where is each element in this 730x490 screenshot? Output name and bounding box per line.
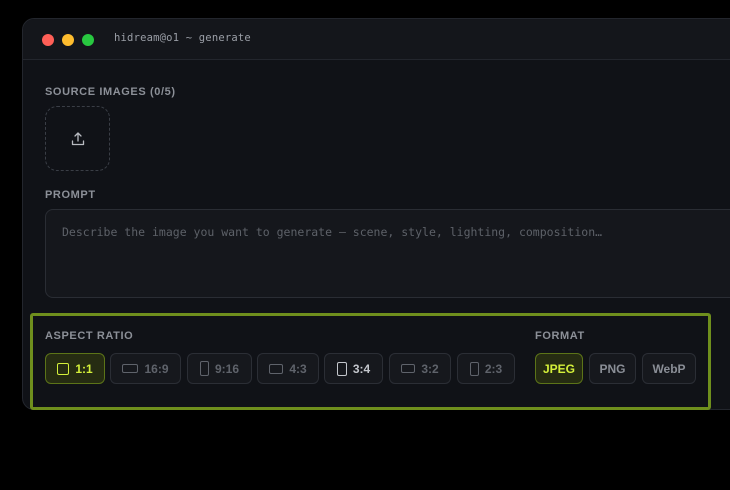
format-option-label: WebP: [652, 361, 686, 376]
aspect-ratio-3-2-button[interactable]: 3:2: [389, 353, 451, 384]
format-webp-button[interactable]: WebP: [642, 353, 696, 384]
format-jpeg-button[interactable]: JPEG: [535, 353, 583, 384]
aspect-ratio-16-9-button[interactable]: 16:9: [110, 353, 181, 384]
upload-icon: [71, 131, 84, 145]
aspect-ratio-1-1-button[interactable]: 1:1: [45, 353, 105, 384]
aspect-ratio-9-16-button[interactable]: 9:16: [187, 353, 252, 384]
portrait-icon: [336, 361, 347, 376]
maximize-window-button[interactable]: [82, 34, 94, 46]
aspect-ratio-option-label: 9:16: [214, 361, 240, 376]
aspect-ratio-3-4-button[interactable]: 3:4: [324, 353, 383, 384]
close-window-button[interactable]: [42, 34, 54, 46]
aspect-ratio-option-label: 3:2: [421, 361, 439, 376]
aspect-ratio-option-label: 2:3: [484, 361, 503, 376]
aspect-ratio-4-3-button[interactable]: 4:3: [257, 353, 319, 384]
format-label: FORMAT: [535, 330, 585, 342]
window-title: hidream@o1 ~ generate: [114, 32, 251, 44]
portrait-icon: [199, 361, 209, 376]
prompt-label: PROMPT: [45, 189, 96, 201]
aspect-ratio-label: ASPECT RATIO: [45, 330, 134, 342]
prompt-input[interactable]: [45, 209, 730, 298]
aspect-ratio-2-3-button[interactable]: 2:3: [457, 353, 515, 384]
source-images-label: SOURCE IMAGES (0/5): [45, 86, 176, 98]
aspect-ratio-option-label: 1:1: [75, 361, 93, 376]
format-option-label: PNG: [599, 361, 626, 376]
format-option-label: JPEG: [542, 361, 575, 376]
aspect-ratio-option-label: 16:9: [144, 361, 169, 376]
upload-image-button[interactable]: [45, 106, 110, 171]
landscape-icon: [122, 364, 139, 373]
aspect-ratio-option-label: 4:3: [289, 361, 307, 376]
landscape-icon: [269, 363, 284, 374]
square-icon: [57, 362, 70, 375]
landscape-icon: [401, 364, 416, 373]
aspect-ratio-option-label: 3:4: [352, 361, 371, 376]
portrait-icon: [469, 361, 479, 376]
format-png-button[interactable]: PNG: [589, 353, 636, 384]
title-bar: hidream@o1 ~ generate: [23, 19, 730, 60]
minimize-window-button[interactable]: [62, 34, 74, 46]
